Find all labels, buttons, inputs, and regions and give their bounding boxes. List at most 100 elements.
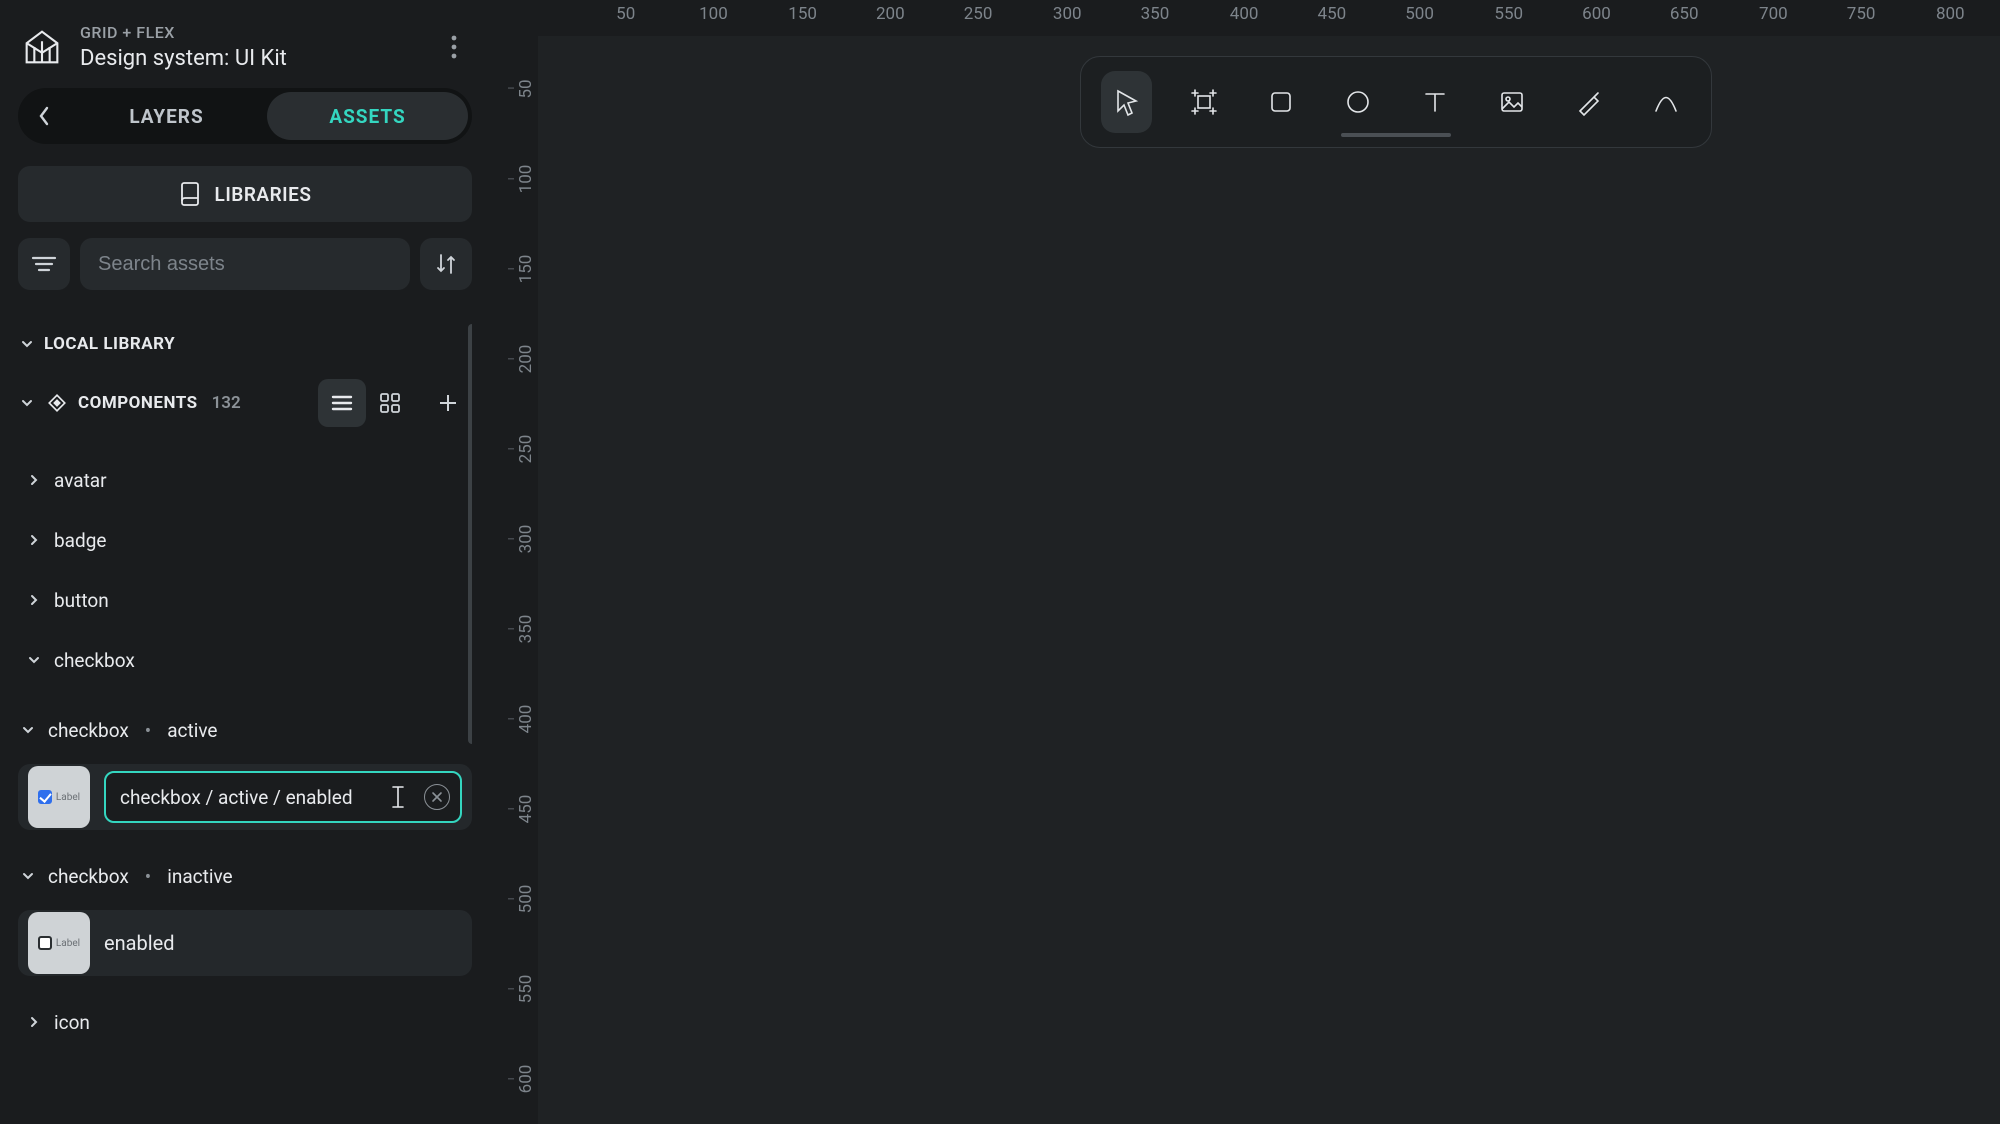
- ruler-tick: 50: [616, 4, 635, 24]
- chevron-down-icon: [24, 653, 44, 667]
- thumb-label: Label: [56, 792, 80, 803]
- canvas-viewport[interactable]: [538, 36, 2000, 1124]
- components-header[interactable]: COMPONENTS 132: [18, 376, 472, 430]
- book-icon: [179, 181, 201, 207]
- app-logo[interactable]: [18, 23, 66, 71]
- grid-icon: [379, 392, 401, 414]
- ruler-tick: 600: [1582, 4, 1611, 24]
- sidebar-header: GRID + FLEX Design system: UI Kit: [18, 12, 472, 82]
- ruler-tick: 550: [1494, 4, 1523, 24]
- file-menu-button[interactable]: [436, 29, 472, 65]
- ruler-corner: [490, 0, 538, 36]
- asset-row-checkbox-active-enabled[interactable]: Label: [18, 764, 472, 830]
- text-tool[interactable]: [1409, 71, 1460, 133]
- file-title[interactable]: Design system: UI Kit: [80, 46, 422, 71]
- ruler-horizontal[interactable]: 50 100 150 200 250 300 350 400 450 500 5…: [538, 0, 2000, 36]
- list-view-button[interactable]: [318, 379, 366, 427]
- rename-input[interactable]: [120, 786, 414, 809]
- components-count: 132: [212, 393, 241, 413]
- tree-label: avatar: [54, 469, 107, 492]
- search-input-wrap[interactable]: [80, 238, 410, 290]
- ruler-tick: 500: [1405, 4, 1434, 24]
- sort-button[interactable]: [420, 238, 472, 290]
- chevron-left-icon: [37, 105, 51, 127]
- ruler-tick: 750: [1847, 4, 1876, 24]
- libraries-button[interactable]: LIBRARIES: [18, 166, 472, 222]
- filter-icon: [31, 254, 57, 274]
- file-titles: GRID + FLEX Design system: UI Kit: [80, 23, 422, 71]
- ruler-tick: 800: [1936, 4, 1965, 24]
- tree-item-icon[interactable]: icon: [18, 992, 472, 1052]
- grid-view-button[interactable]: [366, 379, 414, 427]
- tab-assets[interactable]: ASSETS: [267, 92, 468, 140]
- local-library-header[interactable]: LOCAL LIBRARY: [18, 324, 472, 364]
- chevron-down-icon: [18, 337, 36, 351]
- search-row: [18, 238, 472, 290]
- tree-label: icon: [54, 1011, 90, 1034]
- pen-icon: [1574, 87, 1604, 117]
- asset-thumbnail: Label: [28, 766, 90, 828]
- libraries-label: LIBRARIES: [215, 183, 312, 206]
- ruler-tick: 150: [788, 4, 817, 24]
- checkbox-checked-icon: [38, 790, 52, 804]
- ruler-tick: 450: [516, 795, 536, 824]
- breadcrumb[interactable]: GRID + FLEX: [80, 23, 422, 42]
- chevron-right-icon: [24, 473, 44, 487]
- tree-item-checkbox[interactable]: checkbox: [18, 630, 472, 690]
- asset-row-checkbox-inactive-enabled[interactable]: Label enabled: [18, 910, 472, 976]
- tree-item-checkbox-inactive[interactable]: checkbox • inactive: [18, 846, 472, 906]
- circle-icon: [1343, 87, 1373, 117]
- add-component-button[interactable]: [424, 379, 472, 427]
- tree-item-checkbox-active[interactable]: checkbox • active: [18, 700, 472, 760]
- chevron-right-icon: [24, 593, 44, 607]
- sort-icon: [435, 252, 457, 276]
- variant-separator: •: [145, 865, 151, 888]
- left-panel: GRID + FLEX Design system: UI Kit LAYERS…: [0, 0, 490, 1124]
- rectangle-tool[interactable]: [1255, 71, 1306, 133]
- asset-thumbnail: Label: [28, 912, 90, 974]
- ruler-tick: 650: [1670, 4, 1699, 24]
- rename-field[interactable]: [104, 771, 462, 823]
- components-label: COMPONENTS: [78, 393, 198, 413]
- plus-icon: [437, 392, 459, 414]
- pen-tool[interactable]: [1563, 71, 1614, 133]
- ruler-tick: 50: [516, 79, 536, 98]
- ruler-tick: 150: [516, 255, 536, 284]
- tabs-back-button[interactable]: [22, 92, 66, 140]
- ruler-tick: 250: [516, 435, 536, 464]
- tree-label: checkbox: [54, 649, 135, 672]
- scrollbar-thumb[interactable]: [468, 324, 472, 744]
- image-icon: [1497, 87, 1527, 117]
- ellipse-tool[interactable]: [1332, 71, 1383, 133]
- list-icon: [330, 393, 354, 413]
- chevron-right-icon: [24, 533, 44, 547]
- assets-panel-body: LOCAL LIBRARY COMPONENTS 132: [18, 324, 472, 1124]
- tree-item-avatar[interactable]: avatar: [18, 450, 472, 510]
- filter-button[interactable]: [18, 238, 70, 290]
- ruler-tick: 250: [964, 4, 993, 24]
- ruler-tick: 400: [1230, 4, 1259, 24]
- chevron-right-icon: [24, 1015, 44, 1029]
- ruler-tick: 550: [516, 975, 536, 1004]
- ruler-vertical[interactable]: 50 100 150 200 250 300 350 400 450 500 5…: [490, 36, 538, 1124]
- canvas-toolbar: [1080, 56, 1712, 148]
- toolbar-drag-handle[interactable]: [1341, 133, 1451, 137]
- curve-tool[interactable]: [1640, 71, 1691, 133]
- text-cursor-icon: [388, 784, 408, 810]
- search-input[interactable]: [98, 253, 392, 276]
- frame-tool[interactable]: [1178, 71, 1229, 133]
- ruler-tick: 300: [1053, 4, 1082, 24]
- ruler-tick: 100: [699, 4, 728, 24]
- tree-item-button[interactable]: button: [18, 570, 472, 630]
- close-icon: [431, 791, 443, 803]
- tab-layers[interactable]: LAYERS: [66, 92, 267, 140]
- canvas-area: 50 100 150 200 250 300 350 400 450 500 5…: [490, 0, 2000, 1124]
- ruler-tick: 200: [516, 345, 536, 374]
- cursor-icon: [1112, 87, 1142, 117]
- image-tool[interactable]: [1486, 71, 1537, 133]
- tree-label: badge: [54, 529, 106, 552]
- clear-button[interactable]: [424, 784, 450, 810]
- tree-item-badge[interactable]: badge: [18, 510, 472, 570]
- component-icon: [46, 392, 68, 414]
- move-tool[interactable]: [1101, 71, 1152, 133]
